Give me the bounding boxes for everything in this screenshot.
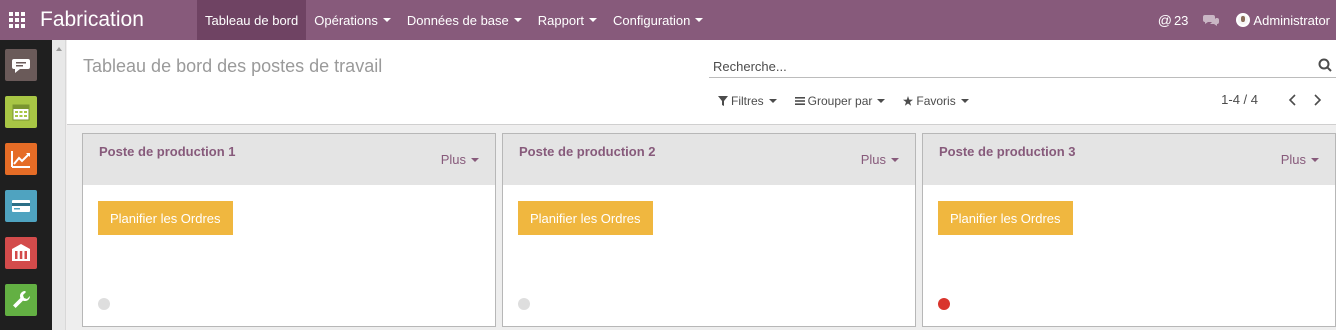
card-header: Poste de production 2 Plus: [503, 134, 915, 185]
avatar: [1236, 13, 1251, 27]
warehouse-icon[interactable]: [5, 237, 37, 269]
app-brand[interactable]: Fabrication: [40, 8, 197, 32]
menu-item-label: Tableau de bord: [205, 12, 299, 28]
calendar-icon[interactable]: [5, 96, 37, 128]
filters-button[interactable]: Filtres: [718, 94, 777, 108]
menu-item-label: Opérations: [314, 12, 378, 28]
page-title: Tableau de bord des postes de travail: [83, 56, 383, 76]
mentions-count: 23: [1173, 12, 1189, 28]
user-name: Administrator: [1253, 12, 1330, 28]
manufacturing-icon[interactable]: [5, 284, 37, 316]
kanban-view: Poste de production 1 Plus Planifier les…: [67, 126, 1336, 330]
sales-chart-icon[interactable]: [5, 143, 37, 175]
menu-item-reporting[interactable]: Rapport: [530, 0, 605, 40]
sidebar-scroll-gutter: [52, 40, 66, 330]
caret-down-icon: [960, 99, 969, 103]
workcenter-name[interactable]: Poste de production 2: [519, 144, 656, 159]
caret-down-icon: [768, 99, 777, 103]
workcenter-card[interactable]: Poste de production 3 Plus Planifier les…: [922, 133, 1336, 327]
main-menu: Tableau de bord Opérations Données de ba…: [197, 0, 711, 40]
filter-icon: [718, 96, 728, 106]
favorites-button[interactable]: Favoris: [903, 94, 969, 108]
status-indicator[interactable]: [518, 298, 530, 310]
menu-item-operations[interactable]: Opérations: [306, 0, 399, 40]
list-icon: [794, 97, 805, 105]
card-header: Poste de production 1 Plus: [83, 134, 495, 185]
chevron-right-icon[interactable]: [1312, 93, 1322, 106]
user-menu[interactable]: Administrator: [1219, 13, 1336, 28]
more-label: Plus: [440, 152, 466, 167]
caret-down-icon: [471, 157, 479, 162]
favorites-label: Favoris: [916, 94, 956, 108]
plan-orders-button[interactable]: Planifier les Ordres: [98, 201, 233, 235]
menu-item-label: Rapport: [537, 12, 585, 28]
workcenter-card[interactable]: Poste de production 2 Plus Planifier les…: [502, 133, 916, 327]
caret-down-icon: [695, 18, 704, 22]
main-navbar: Fabrication Tableau de bord Opérations D…: [0, 0, 1336, 40]
group-by-label: Grouper par: [807, 94, 873, 108]
scroll-up-arrow-icon[interactable]: [56, 47, 62, 51]
filters-label: Filtres: [731, 94, 764, 108]
more-dropdown[interactable]: Plus: [441, 152, 479, 167]
menu-item-master-data[interactable]: Données de base: [399, 0, 530, 40]
status-indicator[interactable]: [98, 298, 110, 310]
card-header: Poste de production 3 Plus: [923, 134, 1335, 185]
workcenter-name[interactable]: Poste de production 1: [99, 144, 236, 159]
messaging-button[interactable]: [1188, 14, 1220, 26]
workcenter-name[interactable]: Poste de production 3: [939, 144, 1076, 159]
at-icon: @: [1157, 12, 1172, 28]
menu-item-dashboard[interactable]: Tableau de bord: [197, 0, 307, 40]
mentions-button[interactable]: @ 23: [1158, 12, 1189, 28]
search-options: Filtres Grouper par Favoris: [718, 94, 987, 108]
menu-item-label: Configuration: [613, 12, 691, 28]
grid-icon: [9, 12, 25, 28]
caret-down-icon: [891, 157, 899, 162]
plan-orders-button[interactable]: Planifier les Ordres: [938, 201, 1073, 235]
caret-down-icon: [589, 18, 598, 22]
systray: @ 23 Administrator: [1158, 0, 1336, 40]
caret-down-icon: [382, 18, 391, 22]
discuss-icon[interactable]: [5, 49, 37, 81]
status-indicator[interactable]: [938, 298, 950, 310]
caret-down-icon: [513, 18, 522, 22]
more-label: Plus: [860, 152, 886, 167]
menu-item-label: Données de base: [406, 12, 509, 28]
menu-item-configuration[interactable]: Configuration: [605, 0, 711, 40]
more-label: Plus: [1280, 152, 1306, 167]
control-panel: Tableau de bord des postes de travail Fi…: [67, 40, 1336, 125]
pager-value[interactable]: 1-4 / 4: [1221, 92, 1258, 107]
plan-orders-button[interactable]: Planifier les Ordres: [518, 201, 653, 235]
apps-sidebar: [0, 40, 52, 330]
search-bar: [709, 56, 1336, 78]
chat-icon: [1203, 15, 1220, 26]
more-dropdown[interactable]: Plus: [861, 152, 899, 167]
more-dropdown[interactable]: Plus: [1281, 152, 1319, 167]
caret-down-icon: [877, 99, 886, 103]
caret-down-icon: [1311, 157, 1319, 162]
chevron-left-icon[interactable]: [1288, 93, 1298, 106]
workcenter-card[interactable]: Poste de production 1 Plus Planifier les…: [82, 133, 496, 327]
search-input[interactable]: [713, 56, 1293, 76]
app-switcher-icon[interactable]: [4, 0, 30, 40]
search-icon[interactable]: [1318, 58, 1332, 72]
pager: 1-4 / 4: [1221, 92, 1322, 107]
group-by-button[interactable]: Grouper par: [794, 94, 886, 108]
star-icon: [903, 96, 914, 106]
invoicing-icon[interactable]: [5, 190, 37, 222]
